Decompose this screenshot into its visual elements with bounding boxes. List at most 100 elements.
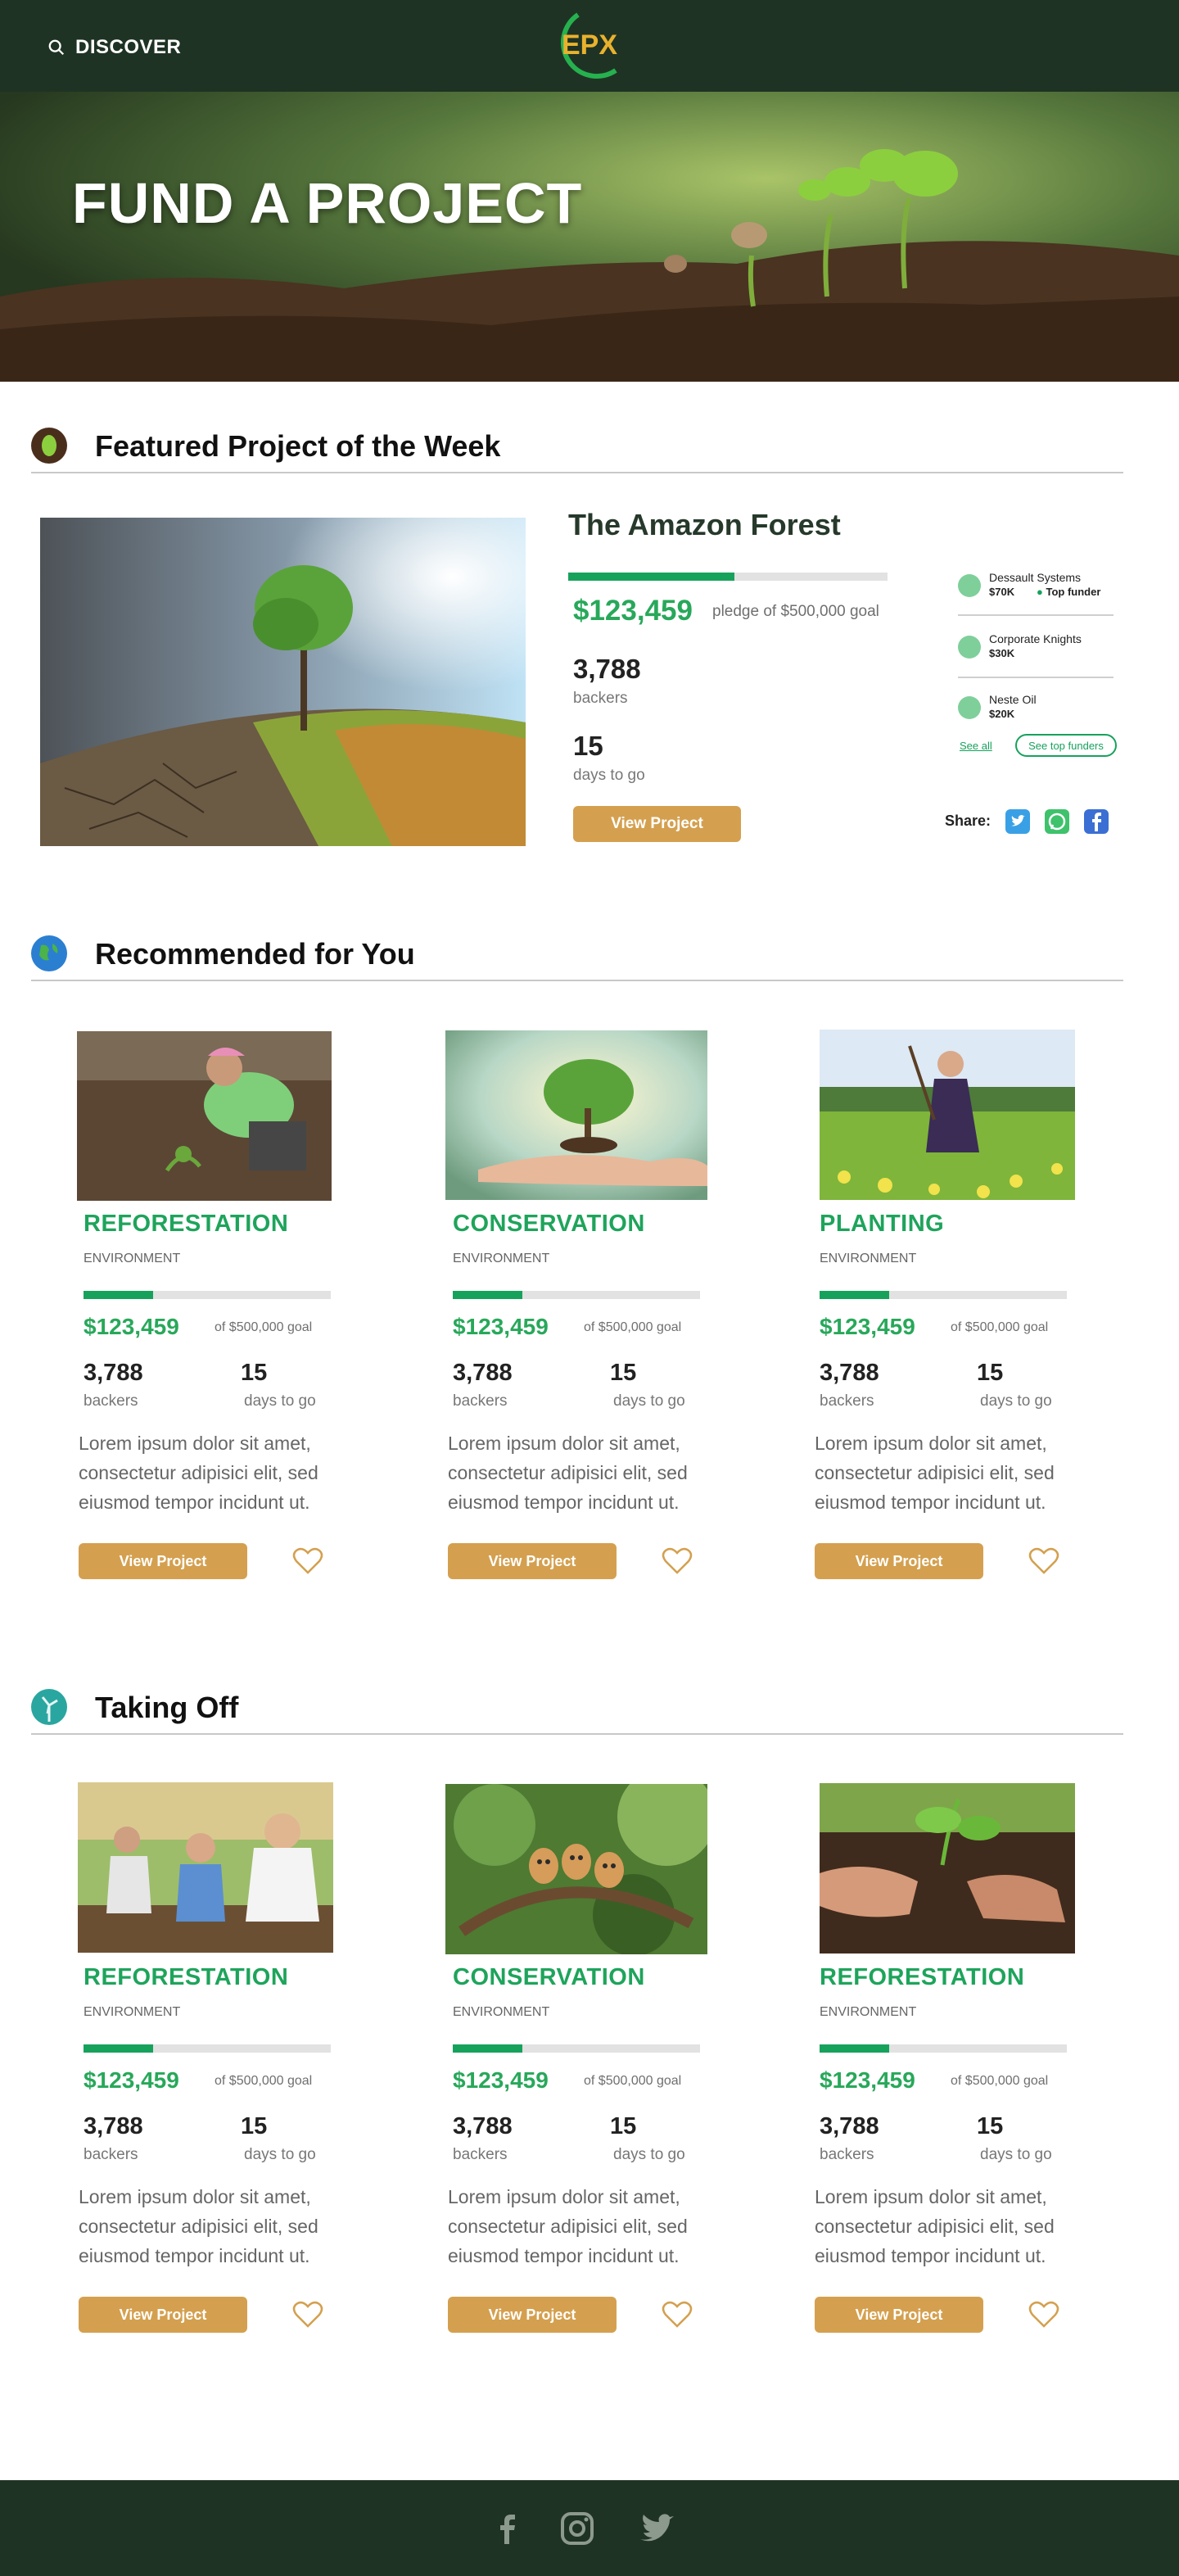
heart-icon[interactable] bbox=[661, 2300, 693, 2329]
card-image-reforestation-kids[interactable] bbox=[78, 1782, 333, 1953]
card-description: Lorem ipsum dolor sit amet, consectetur … bbox=[448, 2186, 688, 2266]
facebook-share-icon[interactable] bbox=[1084, 809, 1109, 834]
card-days-count: 15 bbox=[977, 2113, 1004, 2139]
heart-icon[interactable] bbox=[1028, 1546, 1060, 1576]
recommended-section-header: Recommended for You bbox=[31, 924, 1123, 981]
funder-divider bbox=[958, 614, 1114, 616]
heart-icon[interactable] bbox=[291, 2300, 324, 2329]
twitter-icon[interactable] bbox=[637, 2508, 678, 2549]
card-description: Lorem ipsum dolor sit amet, consectetur … bbox=[79, 2186, 318, 2266]
card-view-project-button[interactable]: View Project bbox=[79, 1543, 247, 1579]
card-backers-label: backers bbox=[820, 1392, 874, 1410]
card-view-project-button[interactable]: View Project bbox=[815, 1543, 983, 1579]
card-image-reforestation[interactable] bbox=[77, 1031, 332, 1201]
card-backers-count: 3,788 bbox=[84, 2113, 143, 2139]
twitter-share-icon[interactable] bbox=[1005, 809, 1030, 834]
card-description: Lorem ipsum dolor sit amet, consectetur … bbox=[815, 1433, 1055, 1513]
search-icon bbox=[48, 39, 65, 56]
user-icon bbox=[958, 696, 981, 719]
card-backers-label: backers bbox=[453, 1392, 508, 1410]
leaf-icon bbox=[31, 428, 67, 464]
heart-icon[interactable] bbox=[661, 1546, 693, 1576]
card-subcategory: ENVIRONMENT bbox=[84, 2005, 181, 2019]
card-progress-fill bbox=[84, 2044, 153, 2053]
heart-icon[interactable] bbox=[291, 1546, 324, 1576]
card-amount: $123,459 bbox=[453, 2067, 549, 2093]
see-all-funders-link[interactable]: See all bbox=[960, 740, 992, 752]
card-backers-count: 3,788 bbox=[820, 1360, 879, 1386]
discover-link[interactable]: DISCOVER bbox=[47, 36, 181, 59]
card-days-label: days to go bbox=[613, 1392, 685, 1410]
featured-section-title: Featured Project of the Week bbox=[95, 429, 501, 463]
card-progress-bar bbox=[453, 1291, 700, 1299]
card-category[interactable]: REFORESTATION bbox=[820, 1964, 1024, 1991]
featured-backers-label: backers bbox=[573, 690, 628, 707]
card-category[interactable]: REFORESTATION bbox=[84, 1211, 288, 1238]
card-subcategory: ENVIRONMENT bbox=[820, 1252, 917, 1265]
card-amount: $123,459 bbox=[453, 1314, 549, 1339]
epx-logo[interactable]: EPX bbox=[539, 7, 640, 85]
card-view-project-button[interactable]: View Project bbox=[79, 2297, 247, 2333]
card-view-project-button[interactable]: View Project bbox=[815, 2297, 983, 2333]
discover-label: DISCOVER bbox=[75, 36, 182, 58]
logo-text: EPX bbox=[562, 29, 617, 61]
card-category[interactable]: REFORESTATION bbox=[84, 1964, 288, 1991]
card-days-count: 15 bbox=[241, 1360, 268, 1386]
windmill-icon bbox=[31, 1689, 67, 1725]
top-nav-bar: DISCOVER EPX bbox=[0, 0, 1179, 92]
card-days-label: days to go bbox=[244, 1392, 316, 1410]
funder-amount: $70K bbox=[989, 586, 1015, 598]
card-progress-fill bbox=[820, 2044, 889, 2053]
featured-days-label: days to go bbox=[573, 767, 645, 784]
card-subcategory: ENVIRONMENT bbox=[453, 1252, 550, 1265]
featured-project-title[interactable]: The Amazon Forest bbox=[568, 508, 841, 542]
card-goal: of $500,000 goal bbox=[584, 2074, 682, 2088]
featured-view-project-button[interactable]: View Project bbox=[573, 806, 741, 842]
card-progress-bar bbox=[453, 2044, 700, 2053]
card-category[interactable]: CONSERVATION bbox=[453, 1964, 645, 1991]
card-view-project-button[interactable]: View Project bbox=[448, 1543, 617, 1579]
card-category[interactable]: PLANTING bbox=[820, 1211, 944, 1238]
share-label: Share: bbox=[945, 813, 992, 829]
facebook-icon[interactable] bbox=[487, 2508, 528, 2549]
card-goal: of $500,000 goal bbox=[584, 1320, 682, 1334]
funder-amount: $20K bbox=[989, 708, 1015, 720]
heart-icon[interactable] bbox=[1028, 2300, 1060, 2329]
card-image-conservation[interactable] bbox=[445, 1030, 707, 1200]
card-goal: of $500,000 goal bbox=[215, 2074, 313, 2088]
see-top-funders-button[interactable]: See top funders bbox=[1015, 734, 1117, 757]
card-image-hands-soil[interactable] bbox=[820, 1783, 1075, 1954]
recommended-section-title: Recommended for You bbox=[95, 937, 415, 971]
funder-name: Neste Oil bbox=[989, 693, 1037, 706]
featured-project-image[interactable] bbox=[40, 518, 526, 846]
funder-name: Dessault Systems bbox=[989, 571, 1082, 584]
featured-goal-text: pledge of $500,000 goal bbox=[712, 603, 879, 620]
card-backers-label: backers bbox=[84, 2146, 138, 2163]
user-icon bbox=[958, 636, 981, 659]
card-days-label: days to go bbox=[613, 2146, 685, 2163]
globe-icon bbox=[31, 935, 67, 971]
card-backers-count: 3,788 bbox=[84, 1360, 143, 1386]
card-progress-bar bbox=[84, 1291, 331, 1299]
card-backers-label: backers bbox=[84, 1392, 138, 1410]
card-progress-fill bbox=[453, 2044, 522, 2053]
card-progress-bar bbox=[820, 2044, 1067, 2053]
card-image-planting[interactable] bbox=[820, 1030, 1075, 1200]
card-image-monkeys[interactable] bbox=[445, 1784, 707, 1954]
card-progress-bar bbox=[820, 1291, 1067, 1299]
card-backers-count: 3,788 bbox=[453, 1360, 513, 1386]
top-funder-badge: ● Top funder bbox=[1037, 586, 1101, 598]
card-progress-fill bbox=[84, 1291, 153, 1299]
card-amount: $123,459 bbox=[84, 2067, 179, 2093]
whatsapp-share-icon[interactable] bbox=[1045, 809, 1069, 834]
dot-icon: ● bbox=[1037, 586, 1043, 598]
card-backers-label: backers bbox=[453, 2146, 508, 2163]
card-view-project-button[interactable]: View Project bbox=[448, 2297, 617, 2333]
footer bbox=[0, 2480, 1179, 2576]
card-category[interactable]: CONSERVATION bbox=[453, 1211, 645, 1238]
taking-off-section-header: Taking Off bbox=[31, 1677, 1123, 1735]
featured-section-header: Featured Project of the Week bbox=[31, 416, 1123, 473]
instagram-icon[interactable] bbox=[557, 2508, 598, 2549]
featured-days-count: 15 bbox=[573, 731, 603, 761]
card-days-count: 15 bbox=[977, 1360, 1004, 1386]
